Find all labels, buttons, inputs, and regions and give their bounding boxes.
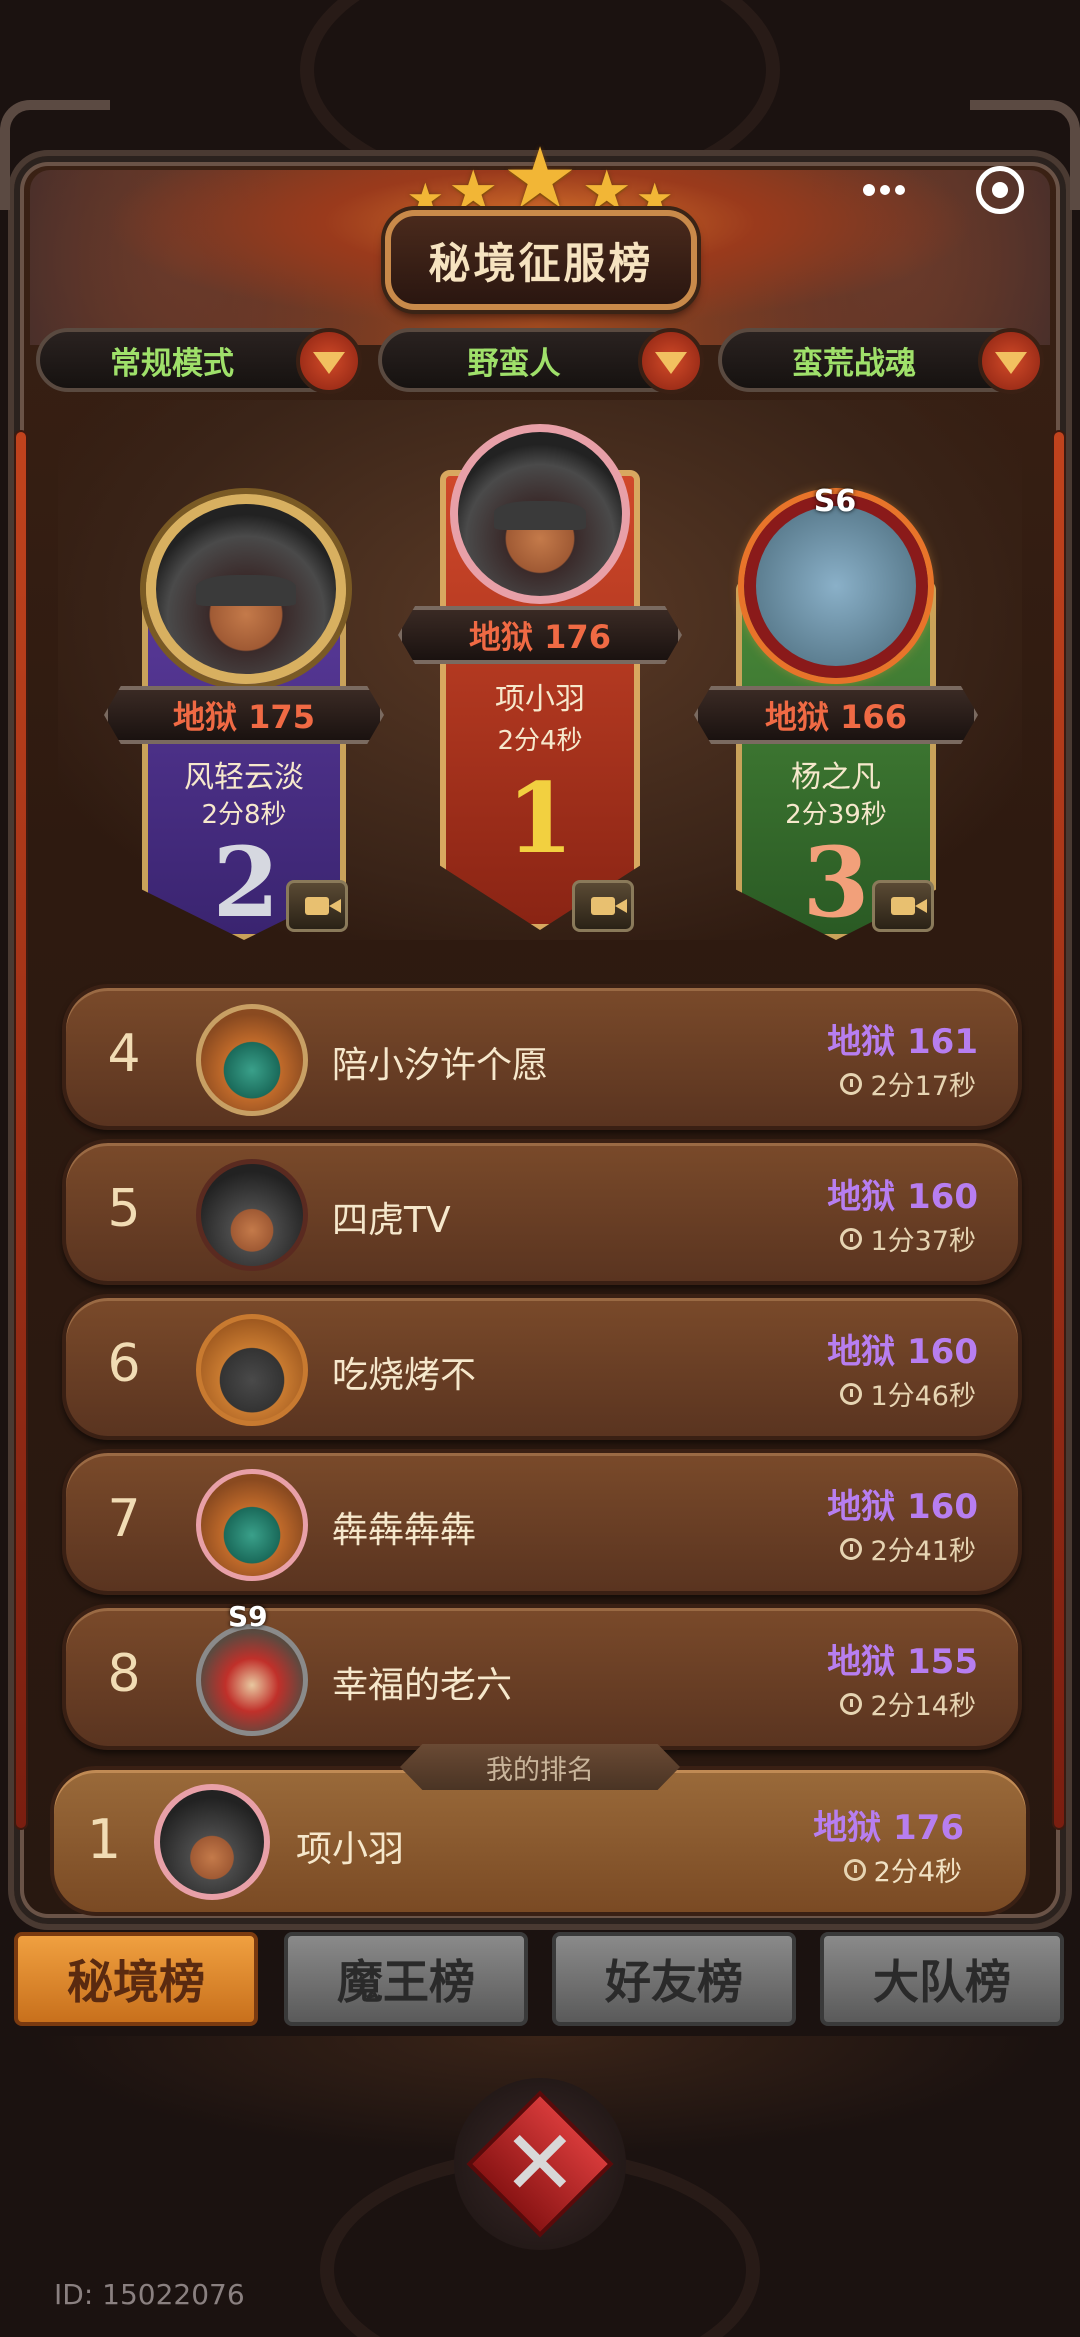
clear-time: 1分37秒	[840, 1219, 976, 1258]
page-title: 秘境征服榜	[385, 210, 697, 310]
podium-first-place: 1	[506, 762, 574, 875]
rank-number: 8	[107, 1644, 141, 1704]
avatar[interactable]	[146, 494, 346, 684]
difficulty-rank: 地狱 160	[827, 1177, 978, 1217]
list-item[interactable]: 7 犇犇犇犇 地狱 160 2分41秒	[62, 1449, 1022, 1595]
podium-third-name: 杨之凡	[791, 760, 881, 795]
season-badge: S6	[813, 484, 857, 519]
avatar[interactable]	[196, 1314, 308, 1426]
clock-icon	[840, 1537, 863, 1560]
filter-mode-dropdown[interactable]: 常规模式	[36, 328, 362, 394]
podium-second-place: 2	[212, 826, 280, 939]
avatar[interactable]	[196, 1159, 308, 1271]
user-id: ID: 15022076	[54, 2278, 245, 2311]
list-item[interactable]: 8 S9 幸福的老六 地狱 155 2分14秒	[62, 1600, 1022, 1750]
tab-demon-king[interactable]: 魔王榜	[284, 1932, 528, 2026]
chevron-down-icon[interactable]	[978, 328, 1044, 394]
target-icon	[992, 182, 1008, 198]
difficulty-rank: 地狱 155	[827, 1642, 978, 1682]
video-camera-icon	[891, 897, 927, 915]
video-camera-icon	[591, 897, 627, 915]
filter-class-dropdown[interactable]: 野蛮人	[378, 328, 704, 394]
rank-number: 4	[107, 1024, 141, 1084]
star-icon: ★	[502, 129, 578, 227]
podium-second-rank: 地狱 175	[104, 686, 384, 744]
rank-number: 5	[107, 1179, 141, 1239]
clock-icon	[840, 1692, 863, 1715]
player-name: 陪小汐许个愿	[332, 1045, 549, 1086]
avatar[interactable]	[196, 1469, 308, 1581]
avatar[interactable]	[196, 1004, 308, 1116]
close-button[interactable]: ✕	[454, 2078, 626, 2250]
my-clear-time: 2分4秒	[843, 1850, 962, 1889]
my-difficulty-rank: 地狱 176	[813, 1808, 964, 1848]
filter-build-dropdown[interactable]: 蛮荒战魂	[718, 328, 1044, 394]
clear-time: 2分17秒	[840, 1064, 976, 1103]
clock-icon	[843, 1858, 866, 1881]
podium-first-time: 2分4秒	[497, 726, 583, 756]
podium-third-place: 3	[802, 826, 870, 939]
avatar[interactable]	[450, 424, 630, 604]
chevron-down-icon[interactable]	[296, 328, 362, 394]
chevron-down-icon[interactable]	[638, 328, 704, 394]
difficulty-rank: 地狱 160	[827, 1487, 978, 1527]
right-side-rail	[1052, 430, 1066, 1830]
clear-time: 2分41秒	[840, 1529, 976, 1568]
list-item[interactable]: 6 吃烧烤不 地狱 160 1分46秒	[62, 1294, 1022, 1440]
clear-time: 1分46秒	[840, 1374, 976, 1413]
clear-time: 2分14秒	[840, 1684, 976, 1723]
player-name: 幸福的老六	[332, 1665, 513, 1706]
podium-third-rank: 地狱 166	[694, 686, 978, 744]
clock-icon	[840, 1072, 863, 1095]
player-name: 犇犇犇犇	[332, 1510, 477, 1551]
replay-video-button[interactable]	[286, 880, 348, 932]
clock-icon	[840, 1382, 863, 1405]
difficulty-rank: 地狱 160	[827, 1332, 978, 1372]
tab-guild[interactable]: 大队榜	[820, 1932, 1064, 2026]
more-options-button[interactable]	[848, 170, 920, 210]
player-name: 吃烧烤不	[332, 1355, 477, 1396]
my-player-name: 项小羽	[296, 1829, 405, 1870]
podium-first-name: 项小羽	[495, 682, 585, 717]
close-icon: ✕	[502, 2110, 578, 2216]
rank-number: 6	[107, 1334, 141, 1394]
rank-number: 7	[107, 1489, 141, 1549]
close-miniapp-button[interactable]	[976, 166, 1024, 214]
tab-secret-realm[interactable]: 秘境榜	[14, 1932, 258, 2026]
avatar[interactable]	[196, 1624, 308, 1736]
list-item[interactable]: 5 四虎TV 地狱 160 1分37秒	[62, 1139, 1022, 1285]
more-dots-icon	[863, 184, 875, 196]
tab-friends[interactable]: 好友榜	[552, 1932, 796, 2026]
clock-icon	[840, 1227, 863, 1250]
podium-first-rank: 地狱 176	[398, 606, 682, 664]
podium-second-name: 风轻云淡	[184, 760, 304, 795]
left-side-rail	[14, 430, 28, 1830]
replay-video-button[interactable]	[872, 880, 934, 932]
season-badge: S9	[228, 1600, 268, 1633]
stars-decoration: ★ ★ ★ ★ ★	[400, 130, 680, 220]
my-rank-number: 1	[86, 1808, 122, 1871]
avatar[interactable]	[744, 494, 928, 678]
difficulty-rank: 地狱 161	[827, 1022, 978, 1062]
replay-video-button[interactable]	[572, 880, 634, 932]
player-name: 四虎TV	[332, 1200, 451, 1241]
list-item[interactable]: 4 陪小汐许个愿 地狱 161 2分17秒	[62, 984, 1022, 1130]
video-camera-icon	[305, 897, 341, 915]
my-rank-label: 我的排名	[400, 1744, 680, 1790]
avatar[interactable]	[154, 1784, 270, 1900]
